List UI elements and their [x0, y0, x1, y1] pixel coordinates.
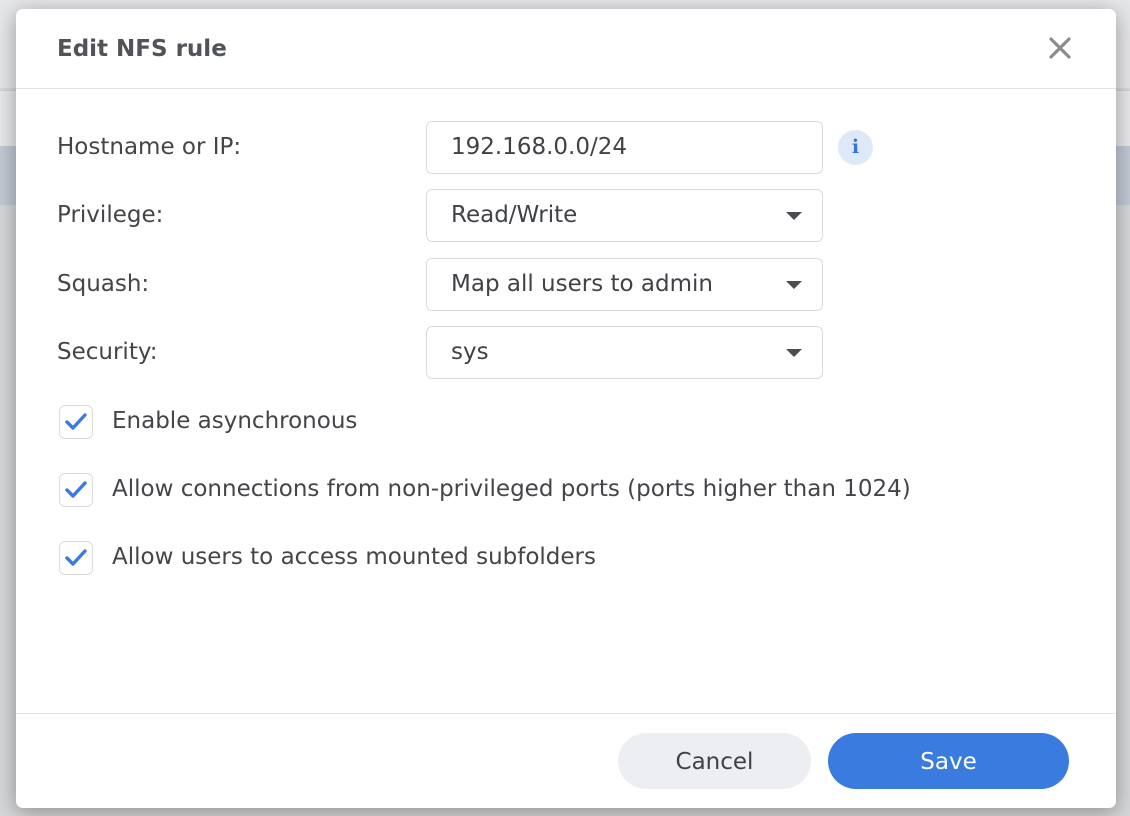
hostname-input[interactable]: 192.168.0.0/24: [426, 121, 823, 174]
checkmark-icon: [65, 481, 87, 498]
security-label: Security:: [57, 339, 158, 365]
mounted-subfolders-checkbox[interactable]: [59, 541, 93, 575]
enable-async-checkbox[interactable]: [59, 405, 93, 439]
mounted-subfolders-label: Allow users to access mounted subfolders: [112, 544, 596, 570]
save-button[interactable]: Save: [828, 733, 1069, 789]
security-select[interactable]: sys: [426, 326, 823, 379]
checkmark-icon: [65, 549, 87, 566]
mounted-subfolders-checkbox-row[interactable]: Allow users to access mounted subfolders: [57, 541, 1097, 577]
security-value: sys: [451, 339, 489, 365]
privilege-select[interactable]: Read/Write: [426, 189, 823, 242]
enable-async-checkbox-row[interactable]: Enable asynchronous: [57, 405, 1097, 441]
chevron-down-icon: [786, 212, 802, 220]
non-privileged-ports-checkbox[interactable]: [59, 473, 93, 507]
dialog-title: Edit NFS rule: [57, 36, 227, 62]
security-row: Security: sys: [57, 326, 1057, 380]
non-privileged-ports-checkbox-row[interactable]: Allow connections from non-privileged po…: [57, 473, 1097, 509]
privilege-label: Privilege:: [57, 202, 164, 228]
checkmark-icon: [65, 413, 87, 430]
squash-row: Squash: Map all users to admin: [57, 258, 1057, 312]
chevron-down-icon: [786, 349, 802, 357]
hostname-row: Hostname or IP: 192.168.0.0/24 i: [57, 121, 1057, 175]
close-button[interactable]: [1046, 34, 1074, 62]
chevron-down-icon: [786, 281, 802, 289]
hostname-label: Hostname or IP:: [57, 134, 242, 160]
cancel-button[interactable]: Cancel: [618, 733, 811, 789]
squash-select[interactable]: Map all users to admin: [426, 258, 823, 311]
privilege-row: Privilege: Read/Write: [57, 189, 1057, 243]
squash-value: Map all users to admin: [451, 271, 713, 297]
edit-nfs-rule-dialog: Edit NFS rule Hostname or IP: 192.168.0.…: [16, 9, 1116, 808]
squash-label: Squash:: [57, 271, 150, 297]
info-icon[interactable]: i: [838, 130, 873, 165]
non-privileged-ports-label: Allow connections from non-privileged po…: [112, 476, 911, 502]
privilege-value: Read/Write: [451, 202, 578, 228]
hostname-value: 192.168.0.0/24: [451, 134, 628, 160]
dialog-header: Edit NFS rule: [16, 9, 1116, 89]
close-icon: [1049, 37, 1071, 59]
enable-async-label: Enable asynchronous: [112, 408, 358, 434]
dialog-footer: Cancel Save: [16, 713, 1116, 809]
